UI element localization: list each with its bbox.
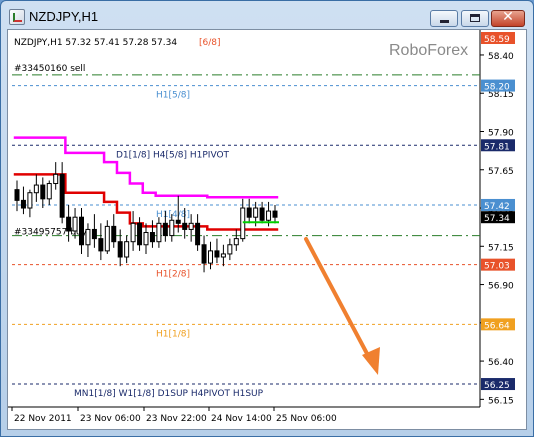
level-price-tag-text: 56.25: [484, 381, 510, 391]
close-icon: ✕: [502, 9, 514, 25]
level-price-tag-text: 58.59: [484, 35, 510, 45]
candle-body: [143, 232, 149, 246]
window-title: NZDJPY,H1: [29, 9, 99, 24]
window-titlebar[interactable]: NZDJPY,H1 ✕: [1, 1, 533, 31]
candle-body: [59, 173, 65, 218]
candle-body: [27, 192, 33, 209]
candle-body: [195, 222, 201, 246]
candle-body: [156, 222, 162, 243]
level-label: MN1[1/8] W1[1/8] D1SUP H4PIVOT H1SUP: [74, 389, 264, 399]
level-label: H1[5/8]: [156, 91, 190, 101]
upper-band-line: [13, 136, 279, 199]
candle-body: [182, 222, 188, 230]
y-tick-label: 58.40: [488, 52, 514, 62]
close-button[interactable]: ✕: [491, 9, 525, 27]
candle-body: [259, 207, 265, 221]
candle-body: [14, 189, 20, 201]
x-tick-label: 22 Nov 2011: [14, 414, 72, 424]
y-tick-label: 57.65: [488, 167, 514, 177]
order-label-sell: #33450160 sell: [14, 64, 85, 74]
y-tick-label: 56.40: [488, 358, 514, 368]
candle-body: [214, 250, 220, 258]
candle-body: [201, 244, 207, 264]
candle-body: [91, 228, 97, 240]
last-price-tag-text: 57.34: [484, 214, 510, 224]
level-price-tag-text: 57.42: [484, 202, 510, 212]
x-tick-label: 25 Nov 06:00: [276, 414, 337, 424]
x-tick-label: 23 Nov 06:00: [80, 414, 141, 424]
candle-body: [188, 222, 194, 230]
candle-body: [66, 216, 72, 232]
level-label: H1[1/8]: [156, 329, 190, 339]
candle-body: [40, 184, 46, 200]
minimize-button[interactable]: [430, 10, 458, 27]
candle-body: [20, 199, 26, 209]
maximize-button[interactable]: [461, 10, 489, 27]
price-chart[interactable]: 58.4058.1557.9057.6557.4057.1556.9056.65…: [8, 30, 526, 429]
chart-header-tag: [6/8]: [199, 38, 221, 48]
level-price-tag-text: 57.81: [484, 142, 510, 152]
candle-body: [79, 216, 84, 246]
level-label: H1[2/8]: [156, 270, 190, 280]
chart-header: NZDJPY,H1 57.32 57.41 57.28 57.34: [14, 38, 177, 48]
level-price-tag-text: 57.03: [484, 262, 510, 272]
chart-app-icon: [9, 9, 25, 25]
y-tick-label: 56.90: [488, 282, 514, 292]
candle-body: [137, 222, 143, 246]
level-price-tag-text: 58.20: [484, 83, 510, 93]
level-label: D1[1/8] H4[5/8] H1PIVOT: [116, 150, 230, 160]
candle-body: [85, 228, 91, 246]
candle-body: [266, 210, 272, 221]
x-tick-label: 24 Nov 14:00: [211, 414, 272, 424]
candle-body: [253, 207, 259, 218]
candle-body: [117, 241, 123, 258]
chart-window: NZDJPY,H1 ✕ 58.4058.1557.9057.6557.4057.…: [0, 0, 534, 437]
level-price-tag-text: 56.64: [484, 321, 510, 331]
y-tick-label: 57.90: [488, 128, 514, 138]
chart-frame[interactable]: 58.4058.1557.9057.6557.4057.1556.9056.65…: [7, 29, 527, 430]
candle-body: [175, 219, 181, 224]
candle-body: [124, 241, 130, 258]
watermark: RoboForex: [389, 42, 468, 59]
candle-body: [53, 173, 59, 185]
candle-body: [227, 244, 233, 255]
forecast-arrow-shaft: [304, 237, 374, 365]
candle-body: [98, 238, 104, 252]
candle-body: [233, 238, 239, 246]
candle-body: [220, 253, 226, 258]
maximize-icon: [470, 14, 480, 22]
candle-body: [149, 232, 155, 243]
candle-body: [46, 183, 52, 200]
y-tick-label: 56.15: [488, 396, 514, 406]
candle-body: [169, 219, 175, 237]
candle-body: [208, 250, 213, 264]
candle-body: [272, 210, 278, 218]
candle-body: [33, 184, 39, 194]
y-tick-label: 57.15: [488, 243, 514, 253]
candle-body: [104, 225, 110, 252]
candle-body: [72, 216, 78, 232]
candle-body: [246, 207, 252, 218]
candle-body: [130, 222, 136, 243]
minimize-icon: [440, 20, 449, 23]
candle-body: [111, 225, 117, 243]
candle-body: [162, 222, 168, 237]
candle-body: [240, 207, 246, 240]
x-tick-label: 23 Nov 22:00: [146, 414, 207, 424]
